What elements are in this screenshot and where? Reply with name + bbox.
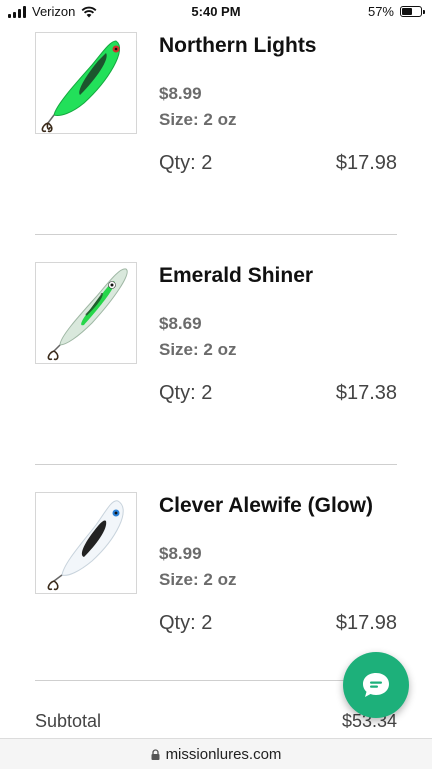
product-size: Size: 2 oz [159, 340, 237, 359]
product-image-clever-alewife[interactable] [35, 492, 137, 594]
lure-icon [41, 40, 121, 133]
item-divider [35, 464, 397, 465]
cart-item: Northern Lights $8.99 Size: 2 oz Qty: 2 … [35, 32, 397, 222]
product-line-total: $17.38 [335, 382, 397, 404]
product-price: $8.99 [159, 544, 202, 563]
lure-icon [47, 268, 128, 361]
cart-item: Emerald Shiner $8.69 Size: 2 oz Qty: 2 $… [35, 262, 397, 452]
product-name[interactable]: Northern Lights [159, 34, 317, 58]
product-price: $8.69 [159, 314, 202, 333]
product-qty: Qty: 2 [159, 382, 213, 404]
subtotal-label: Subtotal [35, 711, 102, 731]
product-line-total: $17.98 [335, 152, 397, 174]
battery-icon [400, 6, 425, 17]
lock-icon [151, 748, 160, 760]
item-divider [35, 234, 397, 235]
product-qty: Qty: 2 [159, 152, 213, 174]
lure-icon [47, 500, 124, 591]
product-size: Size: 2 oz [159, 570, 237, 589]
status-bar: Verizon 5:40 PM 57% [0, 0, 432, 24]
product-price: $8.99 [159, 84, 202, 103]
product-image-emerald-shiner[interactable] [35, 262, 137, 364]
product-qty: Qty: 2 [159, 612, 213, 634]
url-text: missionlures.com [165, 745, 282, 763]
product-line-total: $17.98 [335, 612, 397, 634]
cart-item: Clever Alewife (Glow) $8.99 Size: 2 oz Q… [35, 492, 397, 682]
product-name[interactable]: Emerald Shiner [159, 264, 313, 288]
product-image-northern-lights[interactable] [35, 32, 137, 134]
product-size: Size: 2 oz [159, 110, 237, 129]
browser-url-bar[interactable]: missionlures.com [0, 738, 432, 769]
chat-button[interactable] [343, 652, 409, 718]
product-name[interactable]: Clever Alewife (Glow) [159, 494, 373, 518]
battery-percent: 57% [367, 4, 394, 19]
chat-bubble-icon [363, 673, 389, 697]
status-bar-right: 57% [367, 4, 425, 19]
